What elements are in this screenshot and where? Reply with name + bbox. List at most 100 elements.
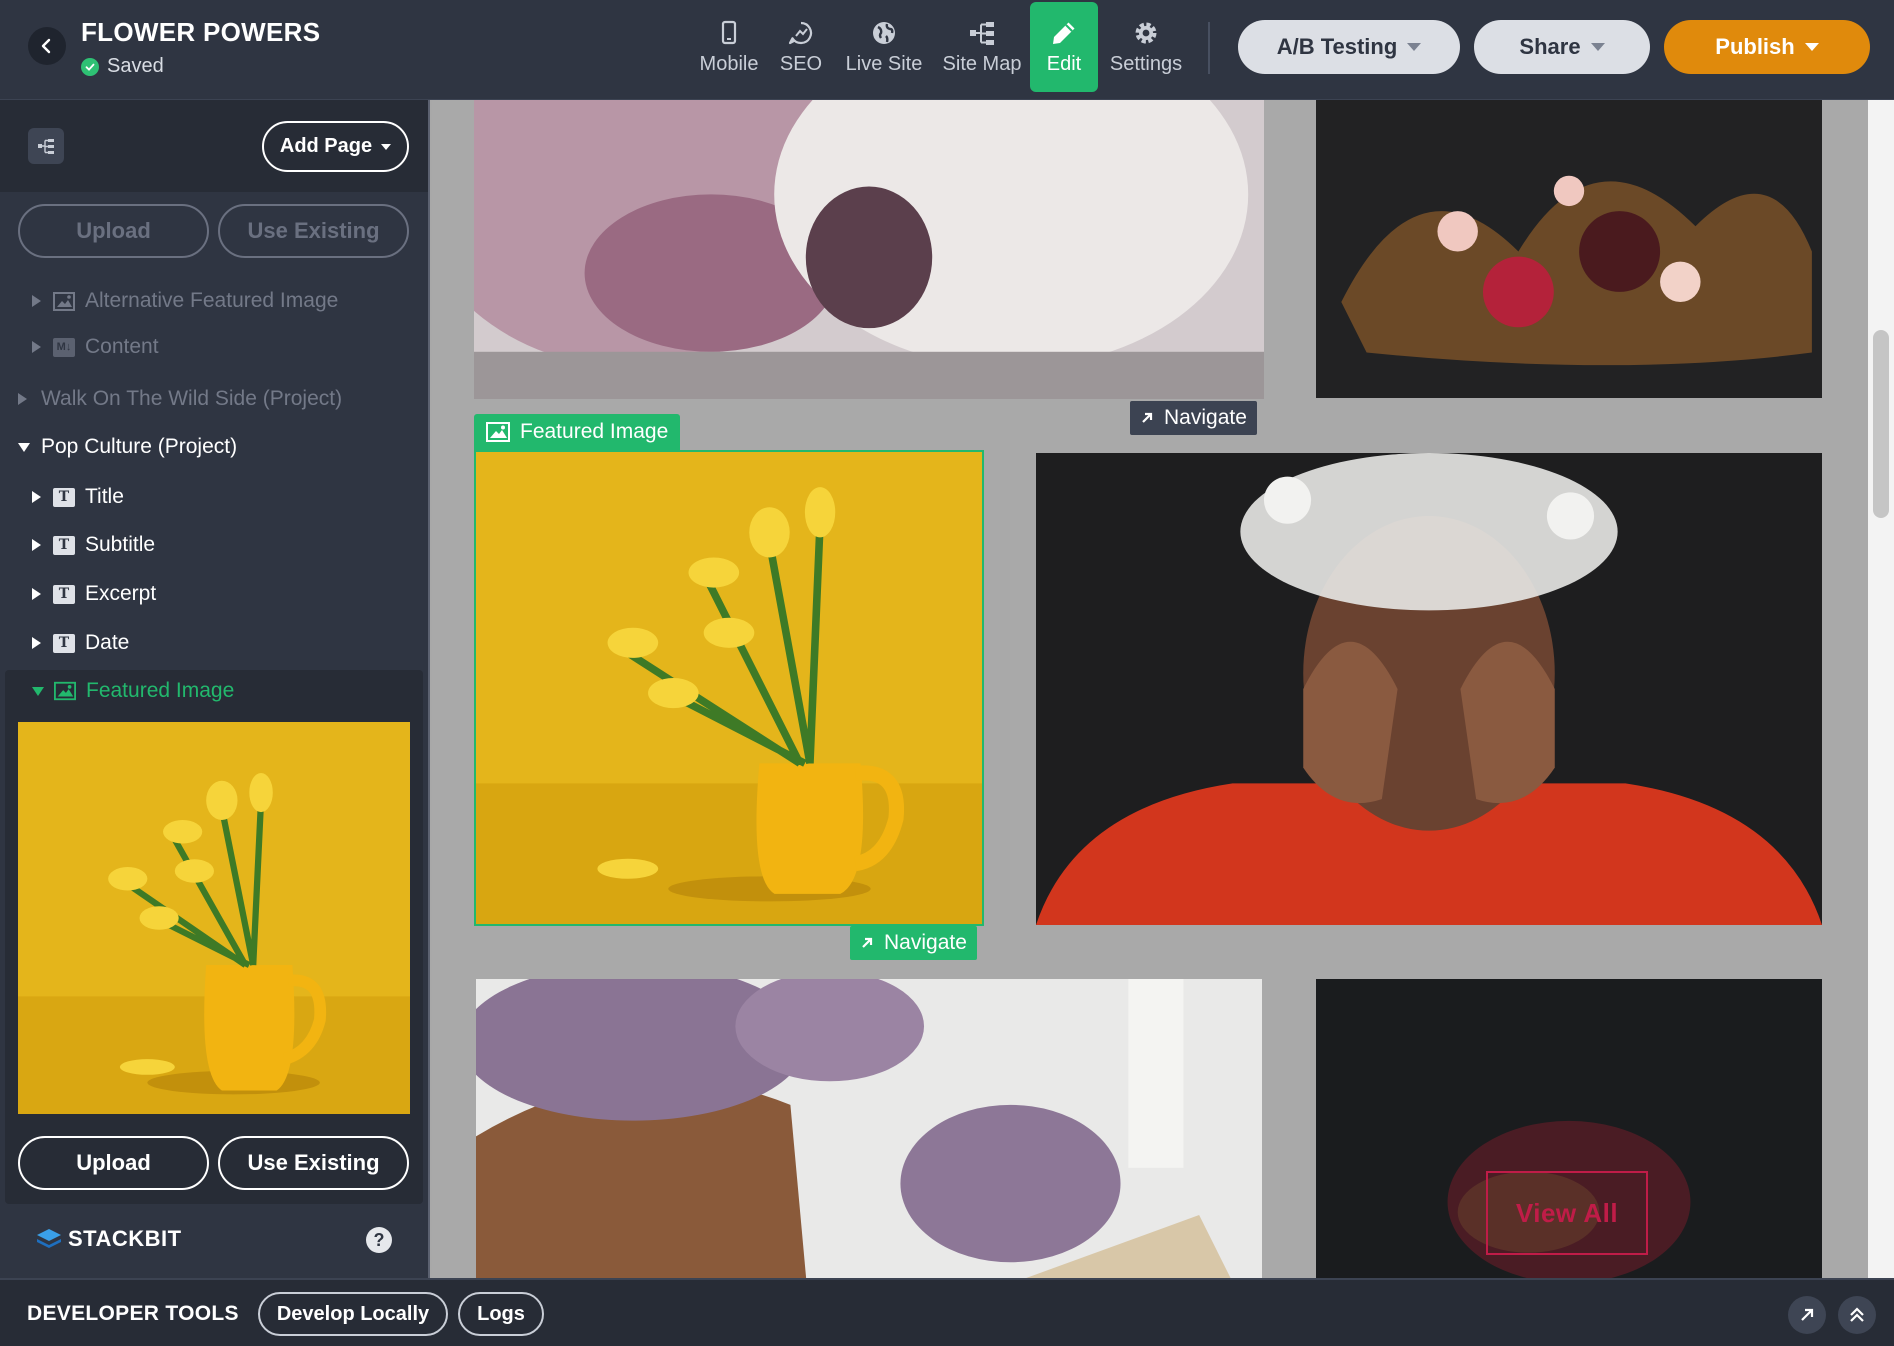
peony-image[interactable]	[474, 100, 1264, 399]
featured-image-preview[interactable]	[18, 722, 410, 1114]
expand-icon	[32, 491, 41, 503]
share-button[interactable]: Share	[1474, 20, 1650, 74]
canvas-scrollbar-thumb[interactable]	[1873, 330, 1889, 518]
project-pop-culture[interactable]: Pop Culture (Project)	[18, 427, 237, 467]
mobile-icon	[721, 20, 737, 45]
page-preview-canvas: Navigate Featured Image Navigate View Al…	[432, 100, 1868, 1278]
field-label: Subtitle	[85, 533, 156, 556]
use-existing-label: Use Existing	[247, 1150, 380, 1175]
help-button[interactable]: ?	[366, 1227, 392, 1253]
field-title[interactable]: T Title	[32, 477, 124, 517]
navigate-button-top[interactable]: Navigate	[1130, 401, 1257, 435]
nav-live-site[interactable]: Live Site	[834, 2, 934, 92]
top-bar: FLOWER POWERS Saved Mobile SEO Live Site…	[0, 0, 1894, 100]
nav-seo[interactable]: SEO	[768, 2, 834, 92]
caret-down-icon	[381, 143, 392, 150]
site-title: FLOWER POWERS	[81, 17, 321, 47]
use-existing-button-top[interactable]: Use Existing	[218, 204, 409, 258]
tree-icon	[38, 139, 54, 154]
field-label: Excerpt	[85, 582, 157, 605]
tulips-photo	[18, 722, 410, 1114]
page-tree-button[interactable]	[28, 128, 64, 164]
navigate-label: Navigate	[1164, 406, 1247, 429]
nav-settings[interactable]: Settings	[1098, 2, 1194, 92]
text-icon: T	[53, 584, 75, 604]
bouquet-image[interactable]	[1316, 100, 1822, 398]
logs-button[interactable]: Logs	[458, 1292, 544, 1336]
field-label: Title	[85, 485, 124, 508]
field-label: Featured Image	[86, 679, 235, 702]
developer-tools-bar: DEVELOPER TOOLS Develop Locally Logs	[0, 1278, 1894, 1346]
check-icon	[81, 57, 99, 76]
canvas-scrollbar[interactable]	[1868, 100, 1894, 1278]
arrow-up-right-icon	[1801, 1308, 1814, 1321]
field-label: Content	[85, 335, 159, 358]
open-external-button[interactable]	[1788, 1296, 1826, 1334]
field-label: Alternative Featured Image	[85, 289, 339, 312]
field-label: Date	[85, 631, 130, 654]
pencil-icon	[1053, 22, 1075, 44]
toolbar-divider	[1208, 22, 1210, 74]
publish-label: Publish	[1715, 34, 1795, 59]
publish-button[interactable]: Publish	[1664, 20, 1870, 74]
upload-button[interactable]: Upload	[18, 1136, 209, 1190]
caret-down-icon	[1590, 43, 1605, 51]
caret-down-icon	[1804, 43, 1819, 51]
stackbit-icon	[37, 1229, 61, 1248]
baby-breath-portrait-image[interactable]	[1036, 453, 1822, 925]
markdown-icon: M↓	[53, 337, 75, 357]
nav-live-site-label: Live Site	[845, 53, 923, 75]
nav-mobile[interactable]: Mobile	[690, 2, 768, 92]
project-label: Pop Culture (Project)	[41, 435, 238, 458]
field-subtitle[interactable]: T Subtitle	[32, 525, 155, 565]
top-nav: Mobile SEO Live Site Site Map Edit Setti…	[690, 2, 1194, 92]
use-existing-top-label: Use Existing	[247, 218, 380, 243]
expand-devtools-button[interactable]	[1838, 1296, 1876, 1334]
ab-testing-label: A/B Testing	[1276, 34, 1398, 59]
navigate-button-selected[interactable]: Navigate	[850, 926, 977, 960]
gear-icon	[1135, 22, 1157, 44]
arrow-up-right-icon	[862, 937, 873, 948]
chevron-left-icon	[41, 38, 51, 54]
nav-site-map[interactable]: Site Map	[934, 2, 1030, 92]
field-date[interactable]: T Date	[32, 623, 129, 663]
nav-seo-label: SEO	[779, 53, 823, 75]
field-featured-image[interactable]: Featured Image	[32, 671, 234, 711]
expand-icon	[32, 588, 41, 600]
caret-down-icon	[1407, 43, 1422, 51]
sidebar-header: Add Page	[0, 100, 428, 192]
use-existing-button[interactable]: Use Existing	[218, 1136, 409, 1190]
expand-icon	[32, 341, 41, 353]
help-icon: ?	[373, 1229, 385, 1250]
logs-label: Logs	[477, 1302, 525, 1325]
featured-image-selection-outline	[474, 450, 984, 926]
arrow-up-right-icon	[1142, 412, 1153, 423]
ab-testing-button[interactable]: A/B Testing	[1238, 20, 1460, 74]
nav-site-map-label: Site Map	[942, 53, 1022, 75]
stackbit-logo[interactable]: STACKBIT	[36, 1226, 182, 1252]
expand-icon	[18, 393, 27, 405]
expand-icon	[32, 637, 41, 649]
back-button[interactable]	[28, 27, 66, 65]
globe-icon	[873, 22, 895, 44]
double-chevron-up-icon	[1850, 1307, 1864, 1322]
collapse-icon	[32, 686, 44, 696]
field-alternative-featured-image[interactable]: Alternative Featured Image	[32, 281, 338, 321]
project-label: Walk On The Wild Side (Project)	[41, 387, 343, 410]
add-page-button[interactable]: Add Page	[262, 121, 409, 172]
view-all-button[interactable]: View All	[1486, 1171, 1648, 1255]
field-excerpt[interactable]: T Excerpt	[32, 574, 156, 614]
save-status-label: Saved	[107, 55, 164, 77]
nav-edit-label: Edit	[1046, 53, 1082, 75]
develop-locally-button[interactable]: Develop Locally	[258, 1292, 448, 1336]
sitemap-icon	[970, 22, 994, 45]
developer-tools-title: DEVELOPER TOOLS	[27, 1302, 239, 1325]
text-icon: T	[53, 633, 75, 653]
lilac-basket-image[interactable]	[476, 979, 1262, 1278]
field-content[interactable]: M↓ Content	[32, 327, 159, 367]
nav-edit[interactable]: Edit	[1030, 2, 1098, 92]
save-status: Saved	[81, 55, 164, 78]
upload-button-top[interactable]: Upload	[18, 204, 209, 258]
project-walk-on-the-wild-side[interactable]: Walk On The Wild Side (Project)	[18, 379, 342, 419]
image-icon	[486, 422, 510, 442]
